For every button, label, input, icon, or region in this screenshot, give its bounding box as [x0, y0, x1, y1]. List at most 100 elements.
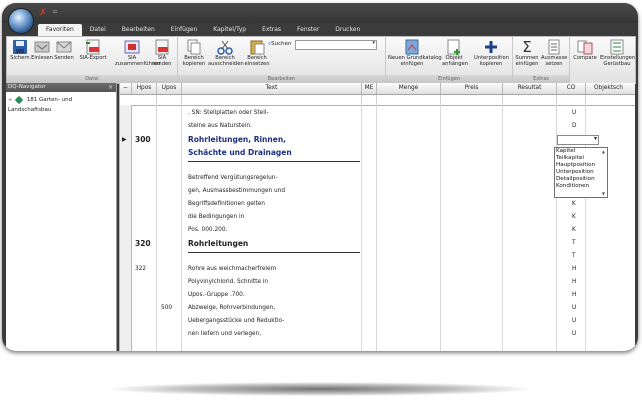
cell-text[interactable]: steine aus Naturstein.: [188, 120, 366, 133]
sia-zusammenfuehren-button[interactable]: SIA zusammenführen: [115, 39, 160, 67]
qat-customize-icon[interactable]: =: [52, 8, 58, 16]
cell-text[interactable]: Rohre aus weichmacherfreiem: [188, 263, 366, 276]
cell-co[interactable]: H: [572, 263, 592, 276]
cell-hpos[interactable]: [135, 224, 159, 237]
sichern-button[interactable]: Sichern: [9, 39, 31, 61]
tab-extras[interactable]: Extras: [254, 24, 289, 36]
table-row[interactable]: 322 Rohre aus weichmacherfreiem H: [131, 263, 635, 276]
scroll-up-icon[interactable]: ▲: [602, 149, 605, 154]
co-option[interactable]: Konditionen: [555, 183, 607, 190]
cell-co[interactable]: K: [572, 224, 592, 237]
sia-senden-button[interactable]: SIA senden: [151, 39, 173, 67]
cell-upos[interactable]: [161, 198, 185, 211]
cell-upos[interactable]: [161, 185, 185, 198]
cell-text[interactable]: Rohrleitungen: [188, 237, 366, 250]
co-option[interactable]: Detailposition: [555, 176, 607, 183]
cell-co[interactable]: H: [572, 276, 592, 289]
cell-hpos[interactable]: 300: [135, 133, 159, 146]
cell-upos[interactable]: [161, 172, 185, 185]
cell-hpos[interactable]: [135, 159, 159, 172]
filter-co[interactable]: [557, 95, 586, 105]
senden-button[interactable]: Senden: [53, 39, 75, 61]
cell-co[interactable]: K: [572, 198, 592, 211]
tab-kapitel-typ[interactable]: Kapitel/Typ: [205, 24, 254, 36]
cell-upos[interactable]: [161, 224, 185, 237]
filter-me[interactable]: [362, 95, 377, 105]
unterposition-kopieren-button[interactable]: Unterposition kopieren: [474, 39, 509, 67]
cell-hpos[interactable]: [135, 211, 159, 224]
cell-text[interactable]: Abzweige, Rohrverbindungen,: [188, 302, 366, 315]
column-header-upos[interactable]: Upos: [157, 83, 182, 94]
filter-hpos[interactable]: [132, 95, 157, 105]
tab-bearbeiten[interactable]: Bearbeiten: [114, 24, 163, 36]
cell-upos[interactable]: [161, 328, 185, 341]
tree-expander-icon[interactable]: +: [8, 97, 12, 103]
tab-datei[interactable]: Datei: [82, 24, 114, 36]
table-row[interactable]: 320 Rohrleitungen T: [131, 237, 635, 250]
cell-hpos[interactable]: [135, 289, 159, 302]
cell-co[interactable]: U: [572, 315, 592, 328]
cell-co[interactable]: K: [572, 211, 592, 224]
cell-hpos[interactable]: [135, 107, 159, 120]
table-row[interactable]: Pos. 000.200. K: [131, 224, 635, 237]
filter-resultat[interactable]: [503, 95, 557, 105]
cell-text[interactable]: Rohrleitungen, Rinnen,: [188, 133, 366, 146]
bereich-einsetzen-button[interactable]: Bereich einsetzen: [244, 39, 270, 67]
co-option[interactable]: Teilkapitel: [555, 155, 607, 162]
cell-co[interactable]: T: [572, 250, 592, 263]
column-header-me[interactable]: ME: [362, 83, 377, 94]
cell-hpos[interactable]: [135, 315, 159, 328]
table-row[interactable]: Upos.-Gruppe .700. H: [131, 289, 635, 302]
tab-fenster[interactable]: Fenster: [289, 24, 327, 36]
co-option[interactable]: Kapitel: [555, 148, 607, 155]
column-header-co[interactable]: CO: [557, 83, 586, 94]
table-row[interactable]: Uebergangsstücke und Reduktio- U: [131, 315, 635, 328]
compare-button[interactable]: Compare: [572, 39, 598, 61]
co-type-select[interactable]: ▾: [557, 135, 599, 145]
table-row[interactable]: . SN: Stellplatten oder Stell- U: [131, 107, 635, 120]
cell-text[interactable]: Betreffend Vergütungsregelun-: [188, 172, 366, 185]
cell-hpos[interactable]: [135, 146, 159, 159]
search-input[interactable]: ▾: [295, 40, 377, 50]
cell-upos[interactable]: [161, 263, 185, 276]
table-row[interactable]: die Bedingungen in K: [131, 211, 635, 224]
table-row[interactable]: 500 Abzweige, Rohrverbindungen, U: [131, 302, 635, 315]
column-header-preis[interactable]: Preis: [441, 83, 503, 94]
cell-upos[interactable]: [161, 250, 185, 263]
cell-text[interactable]: . SN: Stellplatten oder Stell-: [188, 107, 366, 120]
cell-upos[interactable]: [161, 276, 185, 289]
cell-hpos[interactable]: [135, 198, 159, 211]
filter-text[interactable]: [182, 95, 362, 105]
cell-upos[interactable]: [161, 289, 185, 302]
cell-hpos[interactable]: [135, 120, 159, 133]
cell-co[interactable]: U: [572, 328, 592, 341]
sia-export-button[interactable]: SIA-Export: [77, 39, 109, 61]
table-row[interactable]: nen liefern und verlegen, U: [131, 328, 635, 341]
co-option[interactable]: Unterposition: [555, 169, 607, 176]
cell-text[interactable]: Pos. 000.200.: [188, 224, 366, 237]
column-header-hpos[interactable]: Hpos: [132, 83, 157, 94]
table-row[interactable]: steine aus Naturstein. D: [131, 120, 635, 133]
cell-upos[interactable]: [161, 159, 185, 172]
cell-hpos[interactable]: [135, 302, 159, 315]
cell-upos[interactable]: [161, 211, 185, 224]
einlesen-button[interactable]: Einlesen: [31, 39, 53, 61]
cell-upos[interactable]: 500: [161, 302, 185, 315]
cell-co[interactable]: U: [572, 107, 592, 120]
cell-upos[interactable]: [161, 146, 185, 159]
cell-hpos[interactable]: [135, 328, 159, 341]
cell-text[interactable]: gen, Ausmassbestimmungen und: [188, 185, 366, 198]
einstellungen-geruestbau-button[interactable]: Einstellungen Gerüstbau: [600, 39, 635, 67]
cell-hpos[interactable]: 320: [135, 237, 159, 250]
filter-preis[interactable]: [441, 95, 503, 105]
co-option[interactable]: Hauptposition: [555, 162, 607, 169]
tab-drucken[interactable]: Drucken: [327, 24, 368, 36]
cell-co[interactable]: T: [572, 237, 592, 250]
column-header-collapse[interactable]: −: [120, 83, 132, 94]
column-header-objektschluessel[interactable]: Objektsch: [586, 83, 638, 94]
cell-text[interactable]: die Bedingungen in: [188, 211, 366, 224]
cell-text[interactable]: nen liefern und verlegen,: [188, 328, 366, 341]
scroll-down-icon[interactable]: ▼: [602, 191, 605, 196]
cell-text[interactable]: Polyvinylchlorid. Schnitte in: [188, 276, 366, 289]
neuen-grundkatalog-button[interactable]: Neuen Grundkatalog einfügen: [388, 39, 442, 67]
